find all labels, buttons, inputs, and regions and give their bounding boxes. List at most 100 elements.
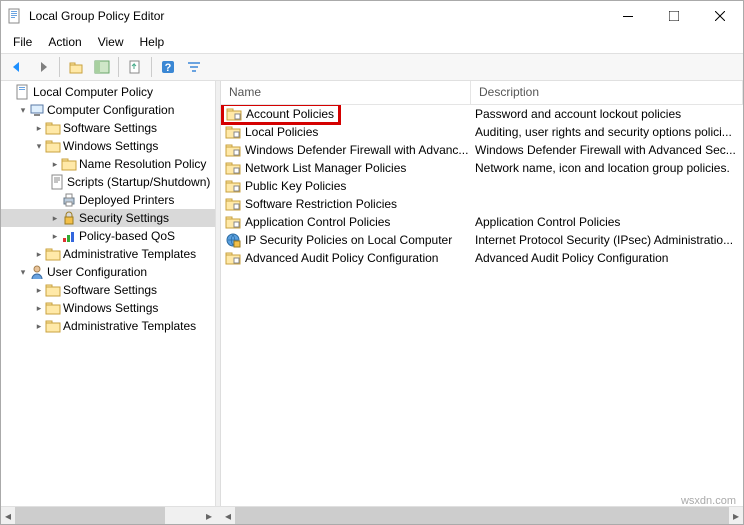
tree-label: Name Resolution Policy [77,157,208,171]
expand-icon[interactable]: ▸ [33,321,45,332]
list-scrollbar-horizontal[interactable]: ◂ ▸ [221,507,743,524]
collapse-icon[interactable]: ▾ [17,267,29,278]
cell-description [471,203,743,205]
show-hide-tree-button[interactable] [90,55,114,79]
toolbar-separator [118,57,119,77]
tree-security-settings[interactable]: ▸ Security Settings [1,209,215,227]
folder-icon [45,120,61,136]
column-header-name[interactable]: Name [221,81,471,104]
tree-label: Windows Settings [61,139,160,153]
list-row[interactable]: Local PoliciesAuditing, user rights and … [221,123,743,141]
list-row[interactable]: Account PoliciesPassword and account loc… [221,105,743,123]
row-name-label: Windows Defender Firewall with Advanc... [245,143,468,157]
menu-file[interactable]: File [5,33,40,51]
menu-view[interactable]: View [90,33,132,51]
tree-label: Security Settings [77,211,171,225]
scroll-thumb[interactable] [235,507,729,524]
tree-label: Software Settings [61,121,159,135]
row-name-label: Account Policies [246,107,334,121]
titlebar: Local Group Policy Editor [1,1,743,31]
tree-pane[interactable]: Local Computer Policy ▾ Computer Configu… [1,81,216,506]
row-name-label: Software Restriction Policies [245,197,397,211]
row-name-label: Advanced Audit Policy Configuration [245,251,438,265]
tree-user-software-settings[interactable]: ▸ Software Settings [1,281,215,299]
expand-icon[interactable]: ▸ [33,303,45,314]
folder-icon [45,300,61,316]
list-row[interactable]: Windows Defender Firewall with Advanc...… [221,141,743,159]
tree-deployed-printers[interactable]: Deployed Printers [1,191,215,209]
tree-software-settings[interactable]: ▸ Software Settings [1,119,215,137]
computer-icon [29,102,45,118]
tree-windows-settings[interactable]: ▾ Windows Settings [1,137,215,155]
app-icon [7,8,23,24]
cell-name: Network List Manager Policies [221,159,471,177]
highlight-annotation: Account Policies [221,105,341,125]
tree-name-resolution-policy[interactable]: ▸ Name Resolution Policy [1,155,215,173]
scroll-thumb[interactable] [15,507,165,524]
folder-icon [45,282,61,298]
tree-label: Software Settings [61,283,159,297]
tree-user-configuration[interactable]: ▾ User Configuration [1,263,215,281]
tree-user-admin-templates[interactable]: ▸ Administrative Templates [1,317,215,335]
toolbar-separator [151,57,152,77]
svg-text:?: ? [165,62,172,74]
collapse-icon[interactable]: ▾ [33,141,45,152]
expand-icon[interactable]: ▸ [49,159,61,170]
list-row[interactable]: Public Key Policies [221,177,743,195]
expand-icon[interactable]: ▸ [49,213,61,224]
tree-admin-templates[interactable]: ▸ Administrative Templates [1,245,215,263]
tree-user-windows-settings[interactable]: ▸ Windows Settings [1,299,215,317]
tree-label: Policy-based QoS [77,229,177,243]
cell-description: Advanced Audit Policy Configuration [471,250,743,266]
help-button[interactable]: ? [156,55,180,79]
folder-icon [225,214,241,230]
cell-description: Network name, icon and location group po… [471,160,743,176]
script-icon [49,174,65,190]
menu-help[interactable]: Help [132,33,173,51]
column-header-description[interactable]: Description [471,81,743,104]
list-row[interactable]: Software Restriction Policies [221,195,743,213]
tree-policy-qos[interactable]: ▸ Policy-based QoS [1,227,215,245]
forward-button[interactable] [31,55,55,79]
maximize-button[interactable] [651,1,697,31]
menubar: File Action View Help [1,31,743,53]
up-button[interactable] [64,55,88,79]
back-button[interactable] [5,55,29,79]
folder-icon [225,142,241,158]
list-header: Name Description [221,81,743,105]
tree-label: Administrative Templates [61,319,198,333]
list-row[interactable]: Network List Manager Policies Network nam… [221,159,743,177]
row-name-label: Network List Manager Policies [245,161,406,175]
folder-icon [45,138,61,154]
minimize-button[interactable] [605,1,651,31]
expand-icon[interactable]: ▸ [49,231,61,242]
printer-icon [61,192,77,208]
list-row[interactable]: Application Control PoliciesApplication … [221,213,743,231]
tree-scripts[interactable]: Scripts (Startup/Shutdown) [1,173,215,191]
menu-action[interactable]: Action [40,33,89,51]
export-button[interactable] [123,55,147,79]
tree-root[interactable]: Local Computer Policy [1,83,215,101]
expand-icon[interactable]: ▸ [33,123,45,134]
row-name-label: Local Policies [245,125,318,139]
expand-icon[interactable]: ▸ [33,285,45,296]
folder-icon [225,196,241,212]
tree-label: Scripts (Startup/Shutdown) [65,175,212,189]
row-name-label: Public Key Policies [245,179,346,193]
cell-name: Public Key Policies [221,177,471,195]
list-row[interactable]: Advanced Audit Policy Configuration Advan… [221,249,743,267]
close-button[interactable] [697,1,743,31]
expand-icon[interactable]: ▸ [33,249,45,260]
filter-button[interactable] [182,55,206,79]
list-row[interactable]: IP Security Policies on Local ComputerIn… [221,231,743,249]
tree-scrollbar-horizontal[interactable]: ◂ ▸ [1,507,216,524]
tree-computer-configuration[interactable]: ▾ Computer Configuration [1,101,215,119]
cell-name: IP Security Policies on Local Computer [221,231,471,249]
folder-icon [45,246,61,262]
list-body[interactable]: Account PoliciesPassword and account loc… [221,105,743,506]
status-area: ◂ ▸ ◂ ▸ [1,506,743,524]
security-icon [61,210,77,226]
cell-name: Account Policies [221,105,471,125]
collapse-icon[interactable]: ▾ [17,105,29,116]
content-area: Local Computer Policy ▾ Computer Configu… [1,81,743,506]
